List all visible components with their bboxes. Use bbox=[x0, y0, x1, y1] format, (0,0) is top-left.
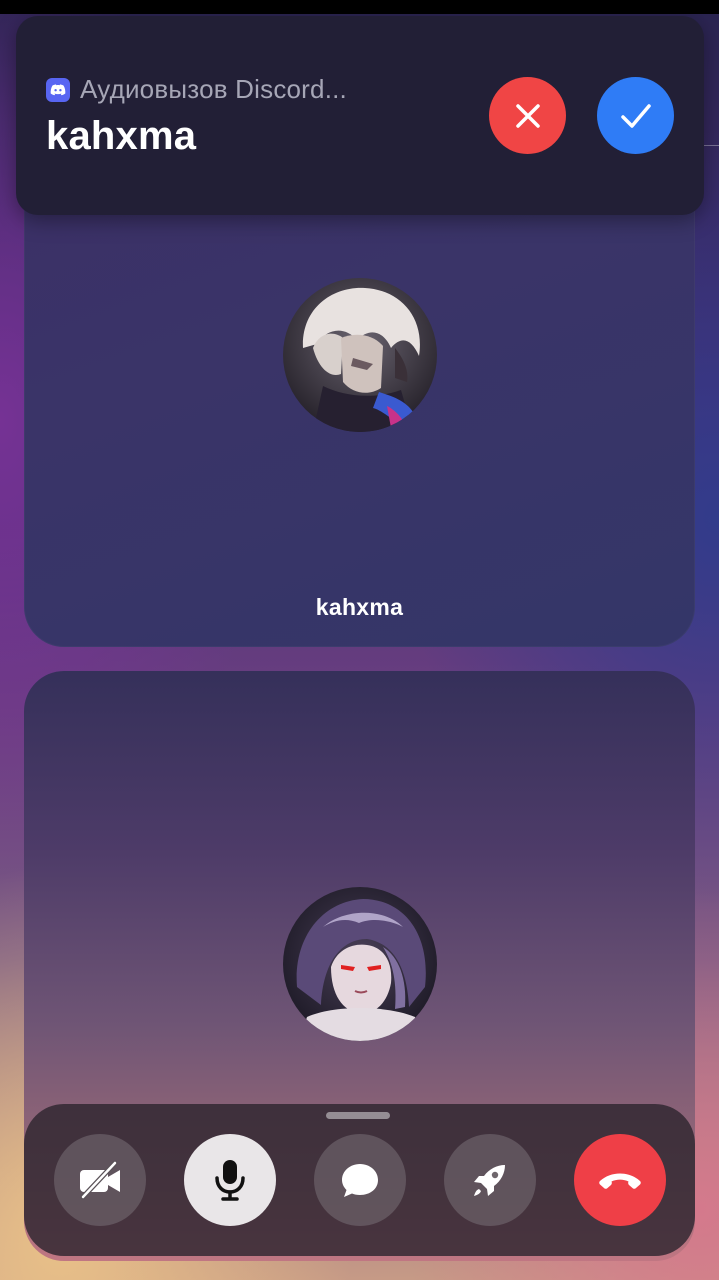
notification-app-label: Аудиовызов Discord... bbox=[80, 74, 347, 104]
phone-hangup-icon bbox=[599, 1173, 641, 1189]
participant-avatar bbox=[283, 278, 437, 432]
hang-up-button[interactable] bbox=[574, 1134, 666, 1226]
avatar-image bbox=[283, 887, 437, 1041]
call-controls-bar bbox=[24, 1104, 695, 1256]
notification-app-row: Аудиовызов Discord... bbox=[46, 74, 347, 105]
camera-off-icon bbox=[80, 1160, 120, 1200]
drag-handle[interactable] bbox=[326, 1112, 390, 1119]
incoming-call-notification[interactable]: Аудиовызов Discord... kahxma bbox=[16, 16, 704, 215]
chat-button[interactable] bbox=[314, 1134, 406, 1226]
activity-button[interactable] bbox=[444, 1134, 536, 1226]
microphone-button[interactable] bbox=[184, 1134, 276, 1226]
status-bar-area bbox=[0, 0, 719, 14]
microphone-icon bbox=[215, 1160, 245, 1201]
camera-toggle-button[interactable] bbox=[54, 1134, 146, 1226]
discord-icon bbox=[46, 77, 70, 102]
close-icon bbox=[515, 103, 540, 128]
decline-call-button[interactable] bbox=[489, 77, 566, 154]
check-icon bbox=[620, 103, 651, 128]
rocket-icon bbox=[474, 1165, 505, 1196]
avatar-image bbox=[283, 278, 437, 432]
chat-bubble-icon bbox=[342, 1164, 378, 1197]
participant-name: kahxma bbox=[315, 594, 404, 620]
accept-call-button[interactable] bbox=[597, 77, 674, 154]
caller-name: kahxma bbox=[46, 114, 197, 158]
participant-avatar bbox=[283, 887, 437, 1041]
call-screen: kahxma Аудиовызов Discord... kahxma bbox=[0, 0, 719, 1280]
